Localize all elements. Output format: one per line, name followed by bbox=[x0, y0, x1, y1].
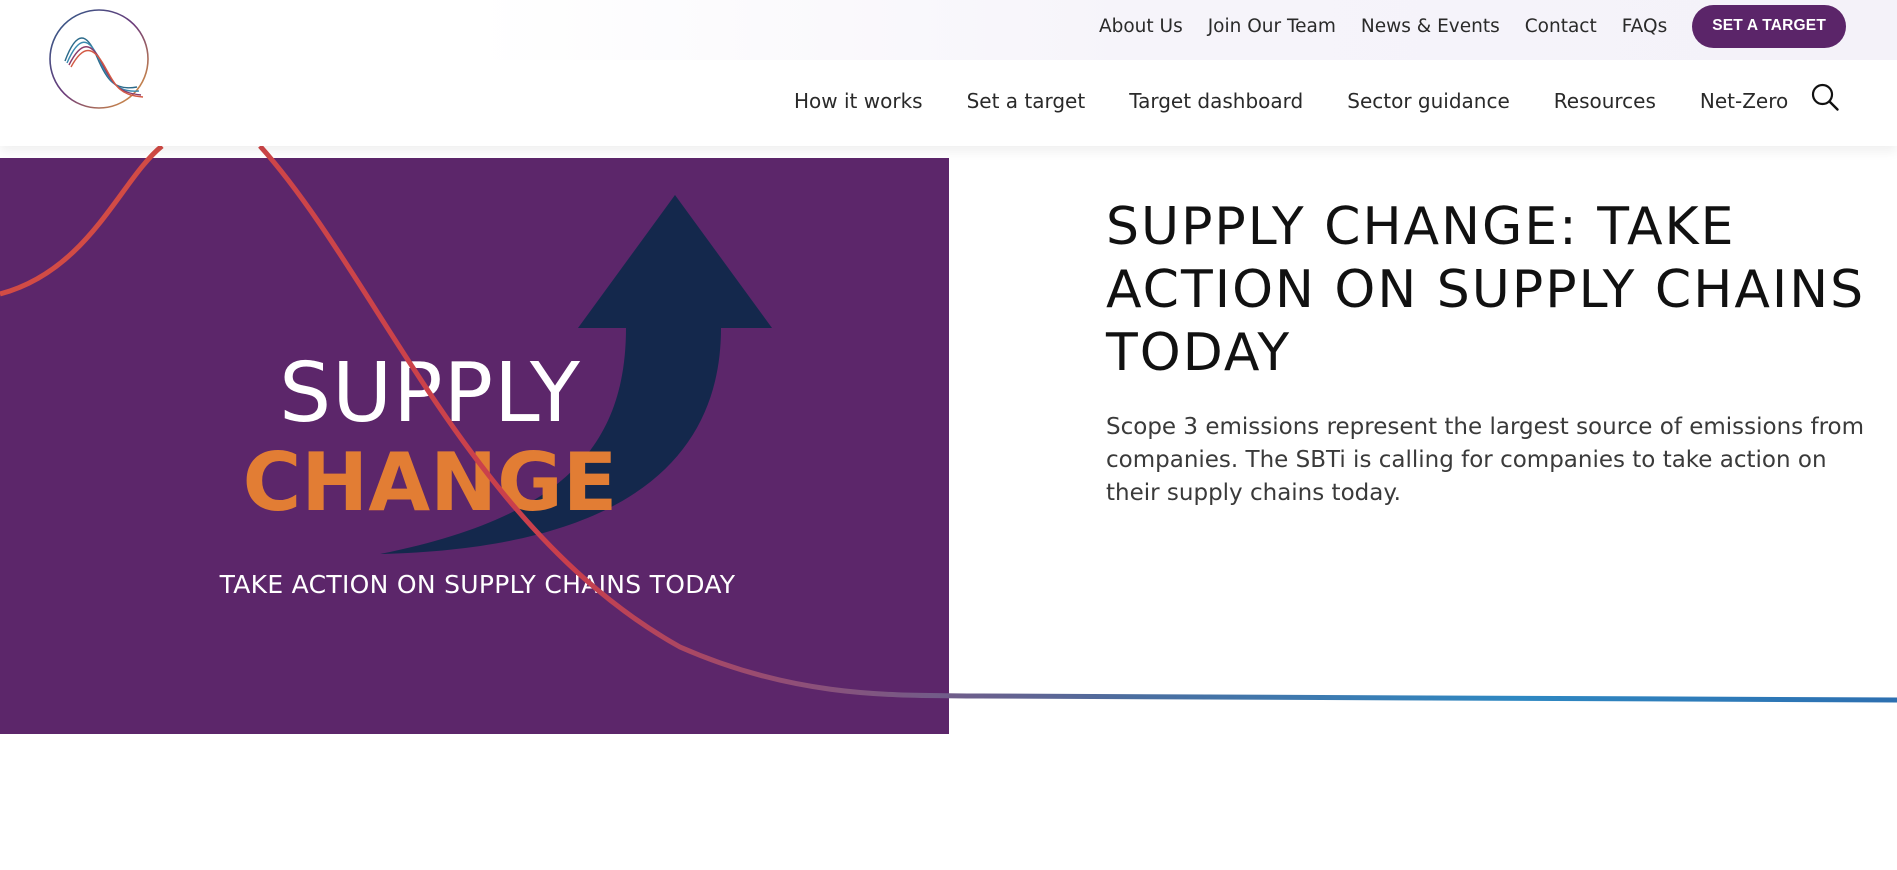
banner-tagline: TAKE ACTION ON SUPPLY CHAINS TODAY bbox=[219, 570, 736, 599]
set-a-target-button[interactable]: SET A TARGET bbox=[1692, 4, 1846, 48]
utility-nav: About Us Join Our Team News & Events Con… bbox=[1099, 4, 1846, 48]
nav-target-dashboard[interactable]: Target dashboard bbox=[1129, 89, 1303, 113]
page-heading: SUPPLY CHANGE: TAKE ACTION ON SUPPLY CHA… bbox=[1106, 197, 1866, 383]
site-header: About Us Join Our Team News & Events Con… bbox=[0, 0, 1897, 146]
nav-sector-guidance[interactable]: Sector guidance bbox=[1347, 89, 1510, 113]
nav-resources[interactable]: Resources bbox=[1554, 89, 1656, 113]
supply-change-banner: SUPPLY CHANGE TAKE ACTION ON SUPPLY CHAI… bbox=[0, 158, 949, 734]
nav-net-zero[interactable]: Net-Zero bbox=[1700, 89, 1788, 113]
search-icon bbox=[1811, 83, 1839, 111]
banner-title-supply: SUPPLY bbox=[279, 346, 581, 441]
search-button[interactable] bbox=[1810, 82, 1840, 112]
nav-contact[interactable]: Contact bbox=[1525, 16, 1597, 37]
nav-join-our-team[interactable]: Join Our Team bbox=[1208, 16, 1336, 37]
logo-icon bbox=[49, 9, 149, 109]
sbti-logo[interactable] bbox=[47, 7, 151, 111]
nav-faqs[interactable]: FAQs bbox=[1622, 16, 1667, 37]
nav-news-events[interactable]: News & Events bbox=[1361, 16, 1500, 37]
banner-title-change: CHANGE bbox=[242, 436, 618, 529]
nav-about-us[interactable]: About Us bbox=[1099, 16, 1183, 37]
page-description: Scope 3 emissions represent the largest … bbox=[1106, 414, 1865, 506]
main-nav: How it works Set a target Target dashboa… bbox=[794, 86, 1788, 116]
nav-how-it-works[interactable]: How it works bbox=[794, 89, 923, 113]
nav-set-a-target[interactable]: Set a target bbox=[967, 89, 1086, 113]
